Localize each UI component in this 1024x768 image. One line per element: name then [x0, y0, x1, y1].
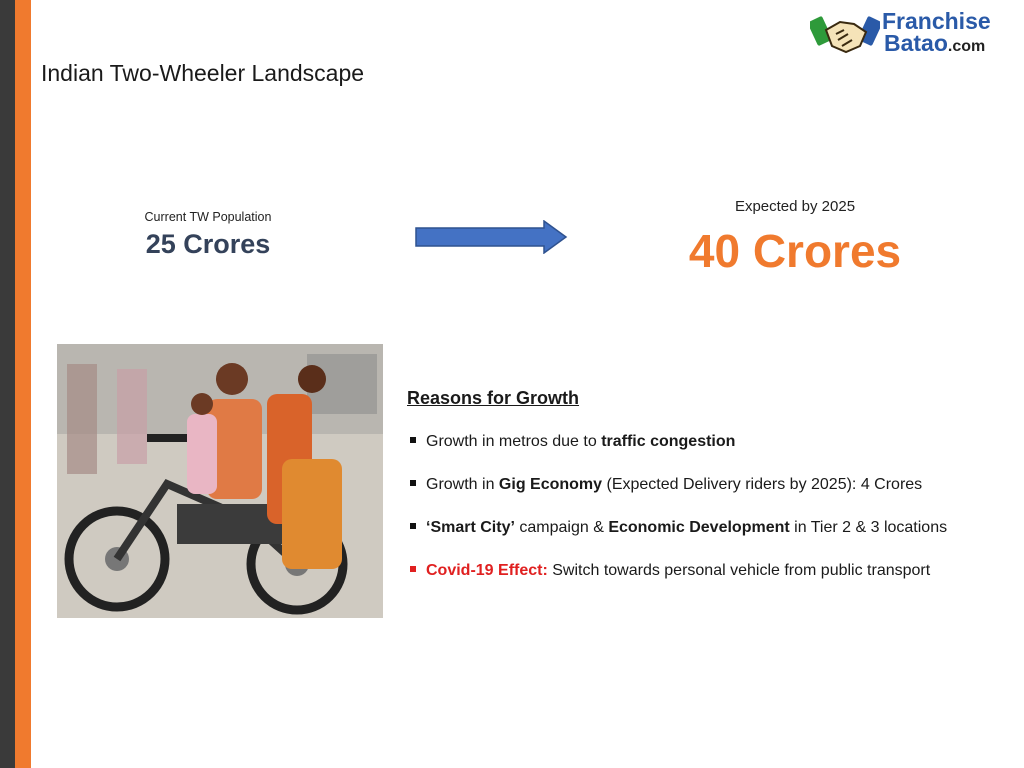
reason-bold: traffic congestion — [601, 433, 736, 450]
current-population-value: 25 Crores — [145, 229, 271, 259]
reason-bold: Gig Economy — [498, 476, 603, 493]
bullet-icon — [410, 522, 416, 529]
reason-bold: ‘Smart City’ — [426, 519, 515, 536]
reason-text-post: in Tier 2 & 3 locations — [789, 519, 948, 536]
handshake-icon — [810, 16, 880, 54]
family-riding-motorcycle-photo — [57, 344, 383, 618]
logo-suffix: .com — [947, 38, 986, 55]
reason-item-gig-economy: Growth in Gig Economy (Expected Delivery… — [410, 476, 922, 494]
reason-text: Growth in metros due to — [426, 433, 602, 450]
logo-text: Franchise Batao.com — [882, 10, 991, 58]
reason-item-covid: Covid-19 Effect: Switch towards personal… — [410, 562, 930, 580]
reason-bold-2: Economic Development — [608, 519, 790, 536]
reason-text: campaign & — [514, 519, 609, 536]
reason-item-smart-city: ‘Smart City’ campaign & Economic Develop… — [410, 519, 947, 537]
left-orange-bar — [15, 0, 31, 768]
logo-line1: Franchise — [882, 8, 991, 34]
expected-value: 40 Crores — [688, 225, 902, 277]
reason-bold-red: Covid-19 Effect: — [426, 562, 548, 579]
bullet-icon — [410, 565, 416, 572]
reason-item-traffic: Growth in metros due to traffic congesti… — [410, 433, 735, 451]
right-arrow-icon — [415, 220, 568, 254]
logo-line2: Batao.com — [884, 32, 991, 58]
expected-label: Expected by 2025 — [734, 198, 856, 215]
reason-text: Growth in — [426, 476, 499, 493]
left-dark-bar — [0, 0, 15, 768]
bullet-icon — [410, 436, 416, 443]
reason-text-post: Switch towards personal vehicle from pub… — [547, 562, 931, 579]
logo-batao: Batao — [884, 30, 948, 56]
franchisebatao-logo: Franchise Batao.com — [810, 8, 1010, 60]
bullet-icon — [410, 479, 416, 486]
slide-title: Indian Two-Wheeler Landscape — [41, 60, 365, 86]
current-population-label: Current TW Population — [144, 210, 272, 224]
reasons-heading: Reasons for Growth — [407, 388, 580, 408]
reason-text-post: (Expected Delivery riders by 2025): 4 Cr… — [602, 476, 923, 493]
